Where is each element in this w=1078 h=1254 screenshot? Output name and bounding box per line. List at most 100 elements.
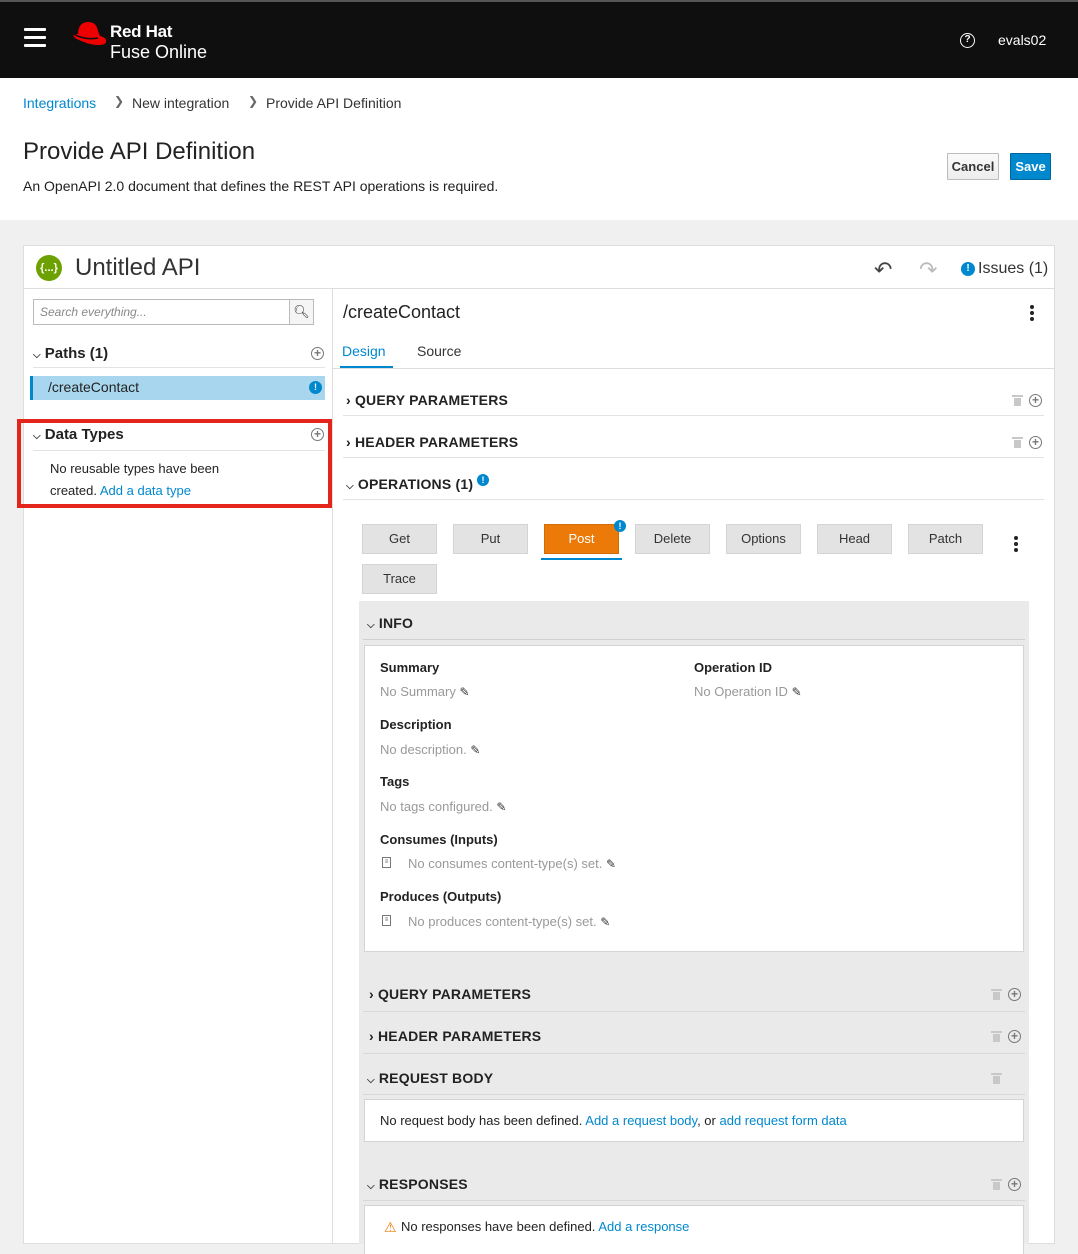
add-op-query-param-icon[interactable]: +: [1008, 988, 1021, 1001]
operations-issue-icon: !: [477, 474, 489, 486]
divider: [24, 288, 1054, 289]
save-button[interactable]: Save: [1010, 153, 1051, 180]
verb-head-button[interactable]: Head: [817, 524, 892, 554]
responses-section-header[interactable]: ⌵ RESPONSES: [367, 1176, 468, 1192]
data-types-section-header[interactable]: ⌵ Data Types: [33, 426, 124, 443]
divider: [363, 1011, 1025, 1012]
chevron-right-icon: ›: [346, 392, 351, 408]
info-label: INFO: [378, 615, 414, 631]
page-title: Provide API Definition: [23, 138, 256, 165]
issues-link[interactable]: Issues (1): [978, 260, 1048, 278]
add-data-type-link[interactable]: Add a data type: [100, 483, 191, 498]
verb-patch-button[interactable]: Patch: [908, 524, 983, 554]
edit-pencil-icon[interactable]: ✎: [606, 857, 616, 871]
verb-put-button[interactable]: Put: [453, 524, 528, 554]
op-header-params-section-header[interactable]: › HEADER PARAMETERS: [369, 1028, 541, 1044]
add-query-param-icon[interactable]: +: [1029, 394, 1042, 407]
warning-icon: ⚠︎: [384, 1219, 397, 1235]
trash-icon[interactable]: [991, 1179, 1002, 1190]
brand-name: Red Hat: [110, 22, 173, 41]
help-icon[interactable]: ?: [960, 33, 975, 48]
path-item-createcontact[interactable]: /createContact: [30, 376, 325, 400]
edit-pencil-icon[interactable]: ✎: [792, 685, 802, 699]
hamburger-menu-icon[interactable]: [24, 28, 46, 48]
verb-delete-button[interactable]: Delete: [635, 524, 710, 554]
operations-section-header[interactable]: ⌵ OPERATIONS (1): [346, 476, 473, 492]
summary-field[interactable]: No Summary ✎: [380, 684, 470, 699]
produces-label: Produces (Outputs): [380, 889, 502, 904]
query-params-section-header[interactable]: › QUERY PARAMETERS: [346, 392, 508, 408]
divider: [363, 1053, 1025, 1054]
cancel-button[interactable]: Cancel: [947, 153, 999, 180]
add-path-icon[interactable]: +: [311, 347, 324, 360]
tags-label: Tags: [380, 774, 410, 789]
operations-kebab-menu-icon[interactable]: [1014, 536, 1018, 554]
add-header-param-icon[interactable]: +: [1029, 436, 1042, 449]
consumes-label: Consumes (Inputs): [380, 832, 498, 847]
trash-icon[interactable]: [1012, 437, 1023, 448]
api-title[interactable]: Untitled API: [75, 254, 200, 282]
data-types-label: Data Types: [44, 426, 124, 443]
divider: [343, 499, 1044, 500]
path-kebab-menu-icon[interactable]: [1030, 305, 1034, 323]
verb-post-button[interactable]: Post: [544, 524, 619, 554]
trash-icon[interactable]: [1012, 395, 1023, 406]
tab-source[interactable]: Source: [417, 343, 461, 359]
redhat-logo-icon: [73, 22, 107, 45]
user-menu[interactable]: evals02: [998, 32, 1046, 48]
chevron-right-icon: ›: [369, 986, 374, 1002]
op-query-params-label: QUERY PARAMETERS: [377, 986, 532, 1002]
header-params-section-header[interactable]: › HEADER PARAMETERS: [346, 434, 518, 450]
product-name: Fuse Online: [110, 42, 208, 62]
breadcrumb-integrations[interactable]: Integrations: [23, 95, 96, 111]
content-type-icon: ≡: [382, 857, 391, 868]
breadcrumb-new-integration: New integration: [132, 95, 230, 111]
add-request-body-link[interactable]: Add a request body: [585, 1113, 697, 1128]
add-form-data-link[interactable]: add request form data: [720, 1113, 847, 1128]
add-response-link[interactable]: Add a response: [598, 1219, 689, 1234]
operation-id-field[interactable]: No Operation ID ✎: [694, 684, 802, 699]
page-subtitle: An OpenAPI 2.0 document that defines the…: [23, 178, 499, 194]
produces-field[interactable]: No produces content-type(s) set. ✎: [408, 914, 610, 929]
search-icon[interactable]: 🔍︎: [289, 299, 314, 325]
add-data-type-icon[interactable]: +: [311, 428, 324, 441]
trash-icon[interactable]: [991, 989, 1002, 1000]
verb-get-button[interactable]: Get: [362, 524, 437, 554]
chevron-right-icon: ›: [346, 434, 351, 450]
search-input[interactable]: Search everything...: [33, 299, 290, 325]
divider: [363, 639, 1025, 640]
tags-field[interactable]: No tags configured. ✎: [380, 799, 506, 814]
request-body-label: REQUEST BODY: [378, 1070, 494, 1086]
description-field[interactable]: No description. ✎: [380, 742, 480, 757]
verb-trace-button[interactable]: Trace: [362, 564, 437, 594]
api-logo-icon: {...}: [36, 255, 62, 281]
edit-pencil-icon[interactable]: ✎: [470, 743, 480, 757]
consumes-field[interactable]: No consumes content-type(s) set. ✎: [408, 856, 616, 871]
produces-value: No produces content-type(s) set.: [408, 914, 597, 929]
description-value: No description.: [380, 742, 467, 757]
edit-pencil-icon[interactable]: ✎: [459, 685, 469, 699]
undo-icon[interactable]: ↶: [874, 257, 892, 283]
divider: [363, 1094, 1025, 1095]
path-issue-icon: !: [309, 381, 322, 394]
redo-icon[interactable]: ↷: [919, 257, 937, 283]
request-body-section-header[interactable]: ⌵ REQUEST BODY: [367, 1070, 493, 1086]
edit-pencil-icon[interactable]: ✎: [496, 800, 506, 814]
chevron-down-icon: ⌵: [346, 481, 354, 492]
trash-icon[interactable]: [991, 1031, 1002, 1042]
edit-pencil-icon[interactable]: ✎: [600, 915, 610, 929]
add-response-icon[interactable]: +: [1008, 1178, 1021, 1191]
divider: [33, 367, 325, 368]
data-types-empty-text-2: created. Add a data type: [50, 483, 191, 498]
trash-icon[interactable]: [991, 1073, 1002, 1084]
post-issue-icon: !: [614, 520, 626, 532]
op-query-params-section-header[interactable]: › QUERY PARAMETERS: [369, 986, 531, 1002]
verb-options-button[interactable]: Options: [726, 524, 801, 554]
add-op-header-param-icon[interactable]: +: [1008, 1030, 1021, 1043]
info-section-header[interactable]: ⌵ INFO: [367, 615, 413, 631]
summary-value: No Summary: [380, 684, 456, 699]
paths-section-header[interactable]: ⌵ Paths (1): [33, 345, 108, 362]
chevron-down-icon: ⌵: [33, 431, 41, 442]
tab-design[interactable]: Design: [342, 343, 386, 359]
active-verb-indicator: [541, 558, 622, 560]
